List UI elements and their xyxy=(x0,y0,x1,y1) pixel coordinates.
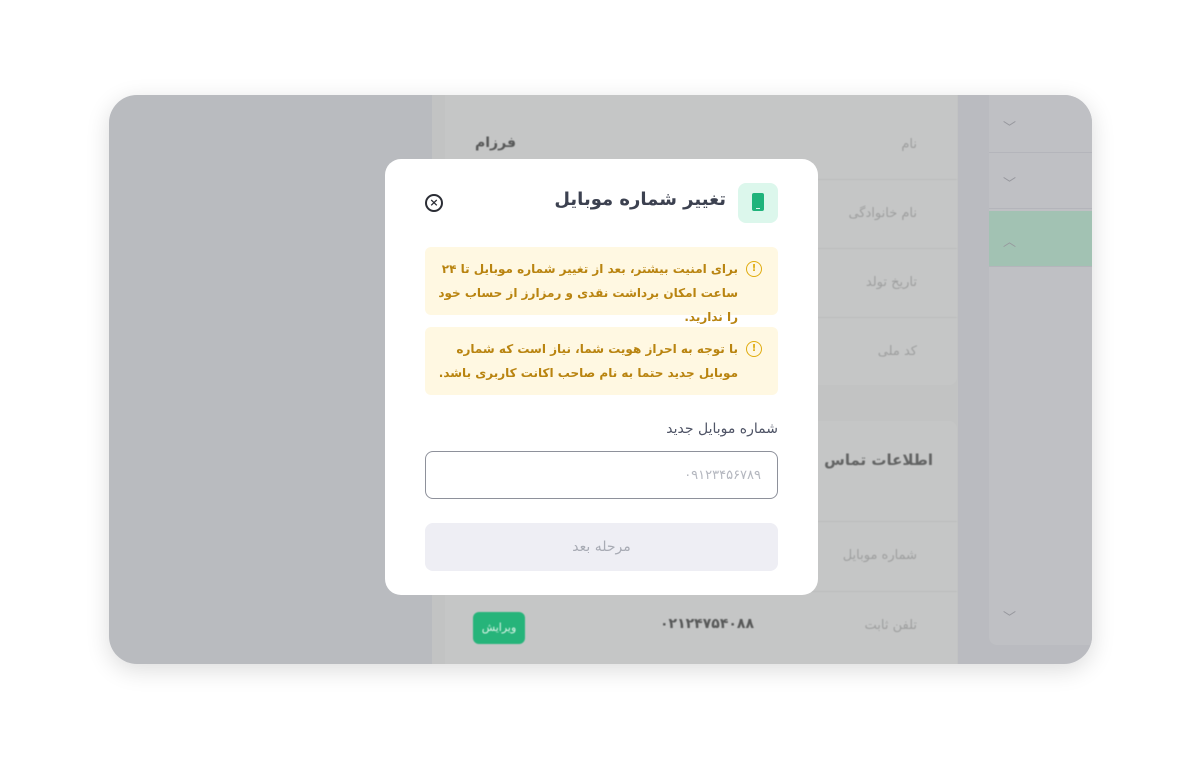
ownership-alert: ! با توجه به احراز هویت شما، نیاز است که… xyxy=(425,327,778,395)
phone-icon xyxy=(738,183,778,223)
warning-icon: ! xyxy=(746,261,762,277)
mobile-field-label: شماره موبایل جدید xyxy=(666,421,778,437)
warning-icon: ! xyxy=(746,341,762,357)
dialog-title: تغییر شماره موبایل xyxy=(554,189,726,210)
security-alert: ! برای امنیت بیشتر، بعد از تغییر شماره م… xyxy=(425,247,778,324)
new-mobile-input[interactable] xyxy=(425,451,778,499)
alert-text: با توجه به احراز هویت شما، نیاز است که ش… xyxy=(438,342,738,380)
close-icon[interactable]: × xyxy=(425,194,443,212)
next-step-button[interactable]: مرحله بعد xyxy=(425,523,778,571)
change-mobile-dialog: تغییر شماره موبایل × ! برای امنیت بیشتر،… xyxy=(385,159,818,595)
alert-text: برای امنیت بیشتر، بعد از تغییر شماره موب… xyxy=(438,262,738,324)
